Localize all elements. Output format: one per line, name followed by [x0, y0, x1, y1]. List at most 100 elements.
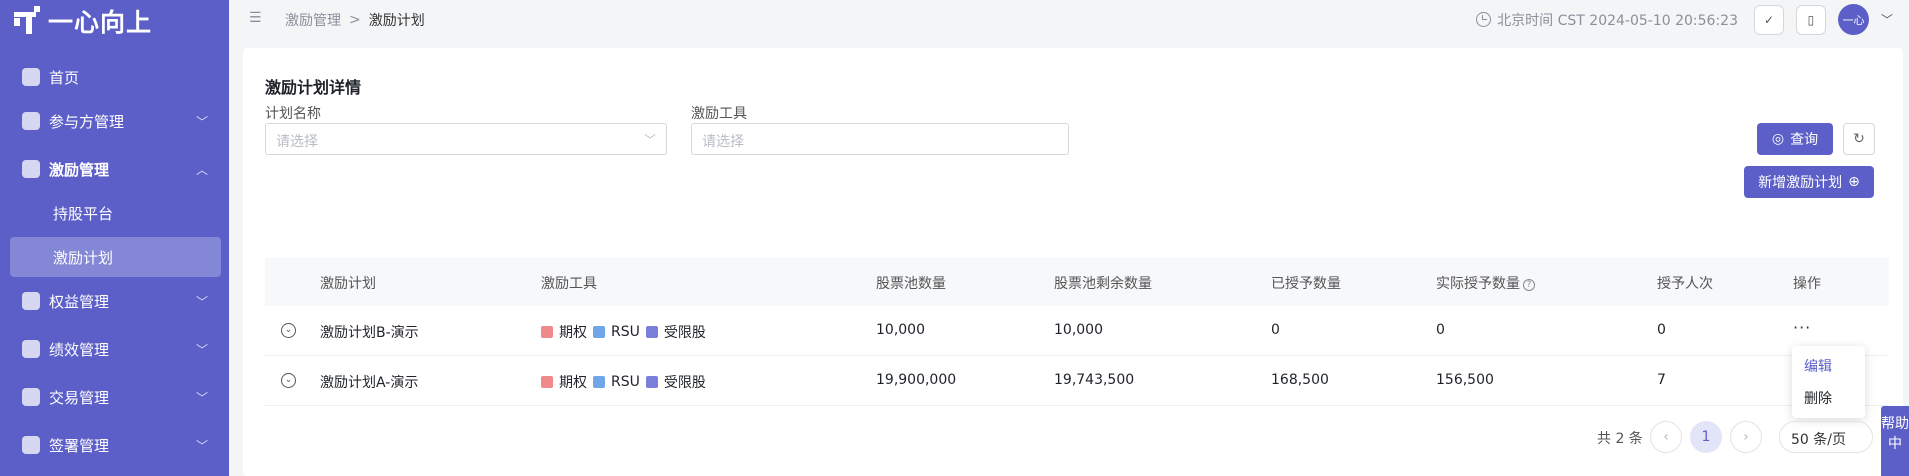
chevron-down-icon: ﹀	[196, 114, 209, 129]
breadcrumb-current: 激励计划	[368, 13, 425, 29]
tool-tag: 受限股	[663, 375, 706, 391]
restricted-stock-icon	[645, 376, 658, 388]
tool-tag: RSU	[611, 324, 640, 340]
chevron-down-icon: ﹀	[196, 294, 209, 309]
sign-icon	[22, 436, 40, 454]
cell-plan: 激励计划B-演示	[320, 325, 419, 341]
avatar[interactable]: 一心	[1837, 4, 1869, 35]
option-icon	[541, 376, 553, 388]
cell-granted: 168,500	[1271, 372, 1329, 388]
sidebar-item-sign[interactable]: 签署管理 ﹀	[0, 425, 229, 465]
tool-select[interactable]: 请选择	[691, 123, 1069, 155]
server-time: 北京时间 CST 2024-05-10 20:56:23	[1476, 10, 1738, 30]
tool-tag: 期权	[559, 325, 587, 341]
search-icon: ◎	[1771, 131, 1785, 147]
cell-tools: 期权 RSU 受限股	[541, 372, 706, 392]
col-pool: 股票池数量	[876, 276, 946, 292]
col-granted: 已授予数量	[1271, 276, 1341, 292]
add-plan-button[interactable]: 新增激励计划 ⊕	[1744, 166, 1874, 198]
tool-tag: RSU	[611, 374, 640, 390]
prev-page-button[interactable]: ‹	[1650, 421, 1682, 453]
sidebar-item-label: 持股平台	[53, 204, 114, 223]
sidebar-item-label: 绩效管理	[49, 340, 110, 359]
sidebar-item-trade[interactable]: 交易管理 ﹀	[0, 377, 229, 417]
restricted-stock-icon	[645, 326, 658, 338]
col-actions: 操作	[1793, 276, 1821, 292]
sidebar-item-label: 激励管理	[49, 160, 110, 179]
menu-item-edit[interactable]: 编辑	[1804, 356, 1832, 376]
cell-people: 7	[1657, 372, 1666, 388]
query-button[interactable]: ◎ 查询	[1757, 123, 1833, 155]
tool-tag: 期权	[559, 375, 587, 391]
plan-name-label: 计划名称	[265, 106, 321, 122]
server-time-text: 北京时间 CST 2024-05-10 20:56:23	[1497, 12, 1738, 29]
incentive-icon	[22, 160, 40, 178]
sidebar-item-home[interactable]: 首页	[0, 57, 229, 97]
col-people: 授予人次	[1657, 276, 1713, 292]
add-plan-button-label: 新增激励计划	[1758, 175, 1843, 191]
cell-people: 0	[1657, 322, 1666, 338]
tool-tag: 受限股	[663, 325, 706, 341]
help-tab[interactable]: 帮助中	[1881, 406, 1909, 476]
equity-icon	[22, 292, 40, 310]
collapse-menu-icon[interactable]: ☰	[249, 11, 265, 25]
table-row: ⌄ 激励计划B-演示 期权 RSU 受限股 10,000 10,000 0 0 …	[265, 306, 1889, 356]
breadcrumb-parent[interactable]: 激励管理	[285, 10, 341, 30]
sidebar-item-incentive[interactable]: 激励管理 ︿	[0, 149, 229, 189]
cell-granted: 0	[1271, 322, 1280, 338]
document-icon: ▯	[1807, 12, 1815, 27]
row-action-menu: 编辑 删除	[1792, 346, 1865, 418]
option-icon	[541, 326, 553, 338]
col-plan: 激励计划	[320, 276, 376, 292]
col-remaining: 股票池剩余数量	[1054, 276, 1152, 292]
cell-actual: 156,500	[1436, 372, 1494, 388]
sidebar: 一心向上 首页 参与方管理 ﹀ 激励管理 ︿ 持股平台 激励计划 权益管理 ﹀ …	[0, 0, 229, 476]
cell-plan: 激励计划A-演示	[320, 375, 419, 391]
participants-icon	[22, 112, 40, 130]
query-button-label: 查询	[1790, 132, 1819, 148]
sidebar-subitem-holding-platform[interactable]: 持股平台	[10, 193, 221, 233]
chevron-down-icon: ﹀	[196, 342, 209, 357]
more-actions-button[interactable]: ···	[1793, 318, 1811, 337]
cell-tools: 期权 RSU 受限股	[541, 322, 706, 342]
breadcrumb-separator: >	[349, 12, 361, 28]
sidebar-item-performance[interactable]: 绩效管理 ﹀	[0, 329, 229, 369]
pagination-total: 共 2 条	[1597, 431, 1643, 447]
cell-remaining: 19,743,500	[1054, 372, 1135, 388]
tool-label: 激励工具	[691, 106, 747, 122]
menu-item-delete[interactable]: 删除	[1804, 388, 1832, 408]
chevron-down-icon[interactable]: ﹀	[1881, 11, 1893, 28]
page-size-value: 50 条/页	[1791, 432, 1846, 448]
breadcrumb: 激励管理 > 激励计划	[285, 10, 425, 30]
logo-mark-icon	[12, 6, 42, 36]
page-size-select[interactable]: 50 条/页	[1779, 421, 1873, 453]
topbar-right: 北京时间 CST 2024-05-10 20:56:23 ✓ ▯ 一心 ﹀	[1476, 4, 1893, 35]
sidebar-subitem-incentive-plan[interactable]: 激励计划	[10, 237, 221, 277]
main-card: 激励计划详情 计划名称 请选择 ﹀ 激励工具 请选择 ◎ 查询 ↻ 新增激励计划…	[243, 48, 1903, 476]
sidebar-item-equity[interactable]: 权益管理 ﹀	[0, 281, 229, 321]
clipboard-check-button[interactable]: ✓	[1753, 4, 1784, 35]
document-button[interactable]: ▯	[1795, 4, 1826, 35]
expand-row-icon[interactable]: ⌄	[281, 323, 296, 338]
topbar: ☰ 激励管理 > 激励计划 北京时间 CST 2024-05-10 20:56:…	[229, 0, 1909, 38]
plus-circle-icon: ⊕	[1848, 174, 1860, 190]
chevron-down-icon: ﹀	[196, 390, 209, 405]
sidebar-item-participants[interactable]: 参与方管理 ﹀	[0, 101, 229, 141]
rsu-icon	[593, 326, 605, 338]
page-number-button[interactable]: 1	[1690, 421, 1722, 453]
table-header: 激励计划 激励工具 股票池数量 股票池剩余数量 已授予数量 实际授予数量? 授予…	[265, 258, 1889, 306]
logo[interactable]: 一心向上	[12, 4, 152, 38]
refresh-button[interactable]: ↻	[1843, 123, 1875, 155]
expand-row-icon[interactable]: ⌄	[281, 373, 296, 388]
chevron-left-icon: ‹	[1663, 429, 1669, 445]
sidebar-item-label: 首页	[49, 68, 80, 87]
col-tool: 激励工具	[541, 276, 597, 292]
page-title: 激励计划详情	[265, 78, 362, 97]
chevron-down-icon: ﹀	[196, 438, 209, 453]
trade-icon	[22, 388, 40, 406]
plan-name-select[interactable]: 请选择 ﹀	[265, 123, 667, 155]
chevron-up-icon: ︿	[196, 162, 209, 177]
next-page-button[interactable]: ›	[1730, 421, 1762, 453]
clipboard-check-icon: ✓	[1763, 12, 1775, 27]
question-icon[interactable]: ?	[1523, 279, 1535, 291]
